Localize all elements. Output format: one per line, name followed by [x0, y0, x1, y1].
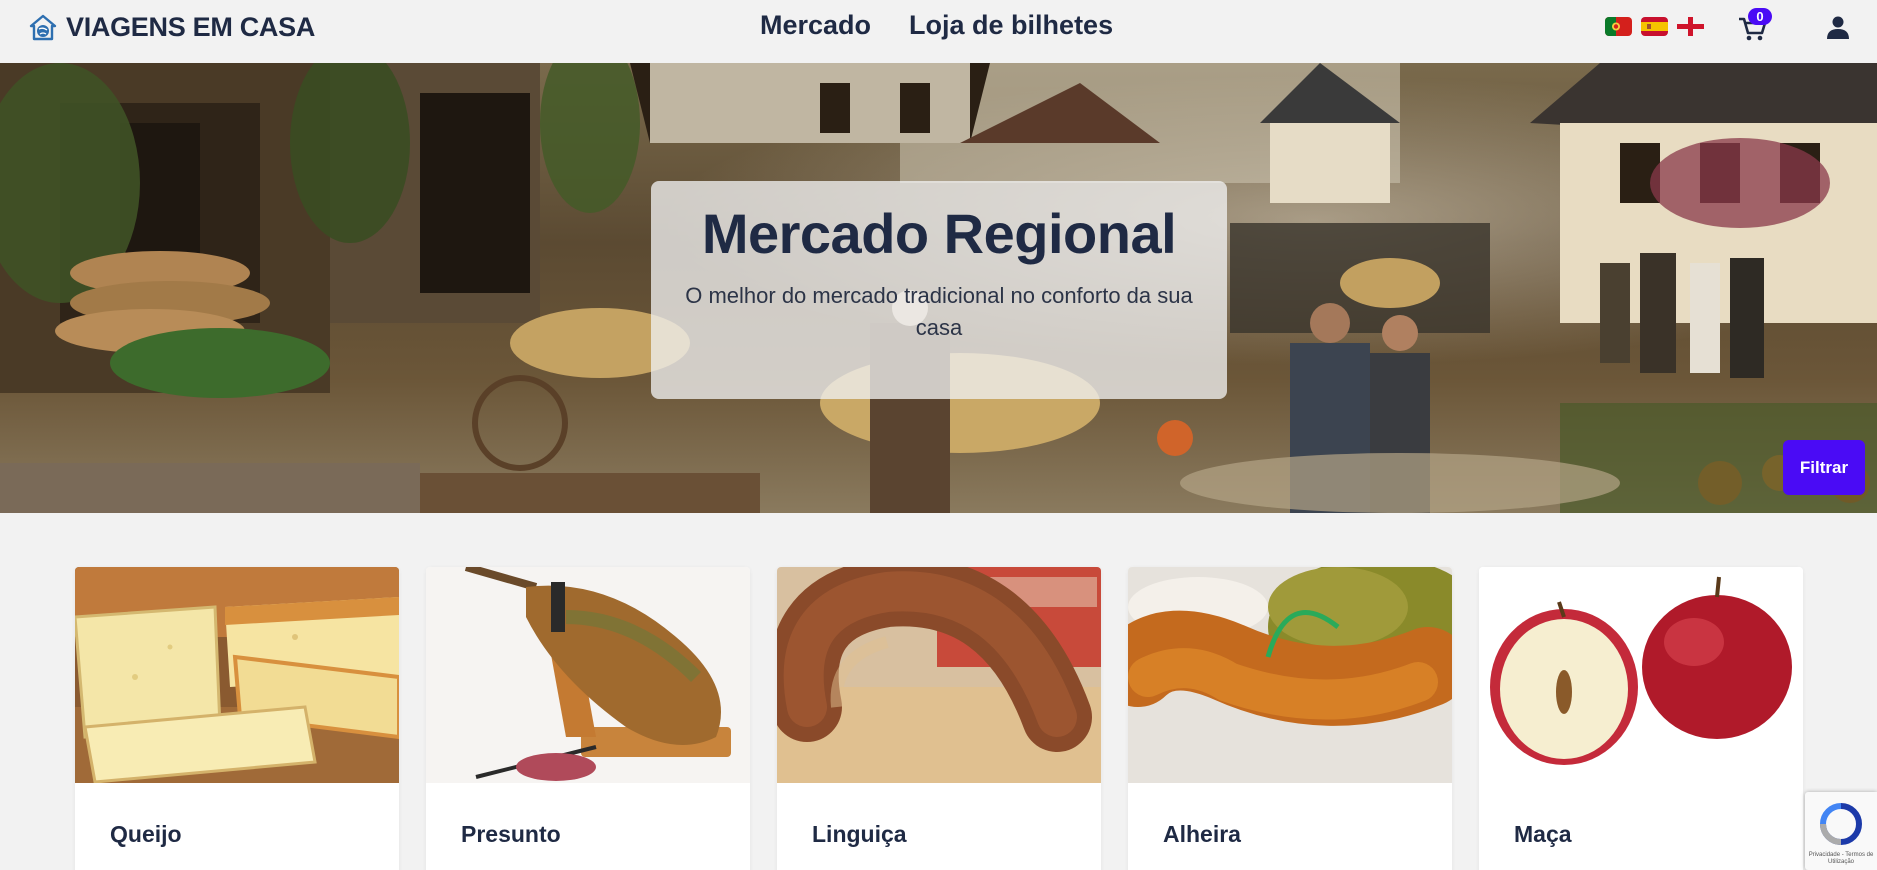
product-name: Alheira: [1163, 821, 1241, 847]
spain-flag-icon[interactable]: [1641, 17, 1668, 36]
recaptcha-links[interactable]: Privacidade - Termos de Utilização: [1808, 852, 1874, 866]
main-nav: Mercado Loja de bilhetes: [760, 10, 1113, 41]
filter-button[interactable]: Filtrar: [1783, 440, 1865, 495]
england-flag-icon[interactable]: [1677, 17, 1704, 36]
product-card-alheira[interactable]: Alheira: [1128, 567, 1452, 870]
hero-subtitle: O melhor do mercado tradicional no confo…: [685, 283, 1193, 340]
hero-title: Mercado Regional: [701, 202, 1177, 265]
sausage-image: [777, 567, 1101, 783]
brand-logo[interactable]: VIAGENS EM CASA: [28, 12, 315, 43]
product-card-presunto[interactable]: Presunto: [426, 567, 750, 870]
cheese-image: [75, 567, 399, 783]
recaptcha-badge[interactable]: Privacidade - Termos de Utilização: [1805, 792, 1877, 870]
alheira-image: [1128, 567, 1452, 783]
language-switcher: [1605, 17, 1704, 36]
product-grid: Queijo Presunto Linguiça Alheira Maça: [75, 567, 1803, 870]
product-name: Queijo: [110, 821, 182, 847]
user-icon[interactable]: [1825, 14, 1851, 40]
product-name: Linguiça: [812, 821, 907, 847]
hero-banner: Mercado Regional O melhor do mercado tra…: [0, 63, 1877, 513]
nav-link-mercado[interactable]: Mercado: [760, 10, 871, 41]
product-name: Presunto: [461, 821, 561, 847]
nav-link-loja-bilhetes[interactable]: Loja de bilhetes: [909, 10, 1113, 41]
house-globe-icon: [29, 14, 57, 40]
product-name: Maça: [1514, 821, 1572, 847]
ham-image: [426, 567, 750, 783]
product-card-maca[interactable]: Maça: [1479, 567, 1803, 870]
hero-card: Mercado Regional O melhor do mercado tra…: [651, 181, 1227, 399]
product-card-queijo[interactable]: Queijo: [75, 567, 399, 870]
cart-count-badge: 0: [1748, 8, 1772, 25]
brand-name: VIAGENS EM CASA: [66, 12, 316, 42]
portugal-flag-icon[interactable]: [1605, 17, 1632, 36]
recaptcha-icon: [1820, 803, 1862, 845]
top-navbar: VIAGENS EM CASA Mercado Loja de bilhetes…: [0, 0, 1877, 63]
apple-image: [1479, 567, 1803, 783]
product-card-linguica[interactable]: Linguiça: [777, 567, 1101, 870]
